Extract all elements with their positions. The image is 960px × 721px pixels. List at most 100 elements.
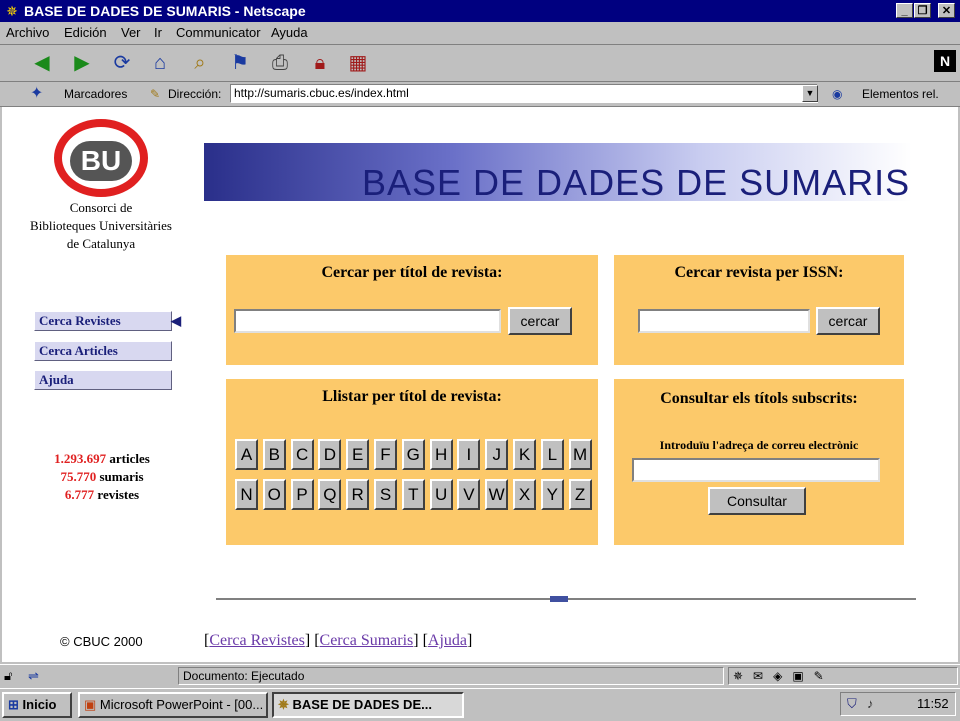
stat-label: revistes bbox=[97, 487, 140, 502]
back-icon[interactable]: ◀ bbox=[28, 51, 56, 75]
letter-button-m[interactable]: M bbox=[568, 439, 592, 470]
letter-button-d[interactable]: D bbox=[318, 439, 342, 470]
chevron-down-icon: ▼ bbox=[805, 88, 815, 98]
letter-button-q[interactable]: Q bbox=[318, 479, 342, 510]
current-page-arrow-icon: ◀ bbox=[171, 313, 181, 328]
netscape-logo-icon: N bbox=[934, 50, 956, 72]
panel-subscribed: Consultar els títols subscrits: Introduï… bbox=[614, 379, 904, 545]
minimize-button[interactable]: _ bbox=[896, 3, 913, 18]
close-button[interactable]: ✕ bbox=[938, 3, 955, 18]
letter-button-b[interactable]: B bbox=[262, 439, 286, 470]
stat-number: 6.777 bbox=[64, 487, 95, 502]
letter-button-w[interactable]: W bbox=[485, 479, 509, 510]
letter-button-r[interactable]: R bbox=[346, 479, 370, 510]
consultar-button[interactable]: Consultar bbox=[708, 487, 806, 515]
stat-sumaris: 75.770 sumaris bbox=[32, 468, 172, 486]
panel-heading: Cercar per títol de revista: bbox=[321, 264, 503, 281]
stat-label: sumaris bbox=[99, 469, 144, 484]
panel-search-title: Cercar per títol de revista: cercar bbox=[226, 255, 598, 365]
page-content: B U Consorci de Biblioteques Universitàri… bbox=[2, 107, 958, 662]
menu-ayuda[interactable]: Ayuda bbox=[271, 25, 308, 41]
forward-icon[interactable]: ▶ bbox=[68, 51, 96, 75]
stop-icon[interactable]: ▦ bbox=[344, 51, 372, 75]
url-input[interactable]: http://sumaris.cbuc.es/index.html bbox=[230, 84, 818, 103]
shield-icon[interactable]: ⛉ bbox=[847, 693, 857, 715]
panel-heading: Llistar per títol de revista: bbox=[322, 388, 502, 405]
issn-search-input[interactable] bbox=[638, 309, 810, 333]
letter-button-c[interactable]: C bbox=[290, 439, 314, 470]
task-powerpoint[interactable]: ▣ Microsoft PowerPoint - [00... bbox=[78, 692, 268, 718]
tray-app-icon[interactable]: ♪ bbox=[867, 693, 874, 715]
letter-button-n[interactable]: N bbox=[235, 479, 258, 510]
email-input[interactable] bbox=[632, 458, 880, 482]
menu-communicator[interactable]: Communicator bbox=[176, 25, 261, 41]
title-search-input[interactable] bbox=[234, 309, 501, 333]
home-icon[interactable]: ⌂ bbox=[146, 51, 174, 75]
title-search-button[interactable]: cercar bbox=[508, 307, 572, 335]
letter-button-i[interactable]: I bbox=[457, 439, 481, 470]
connection-icon: ⇌ bbox=[28, 668, 39, 683]
menu-ver[interactable]: Ver bbox=[121, 25, 141, 41]
letter-button-u[interactable]: U bbox=[429, 479, 453, 510]
letter-button-z[interactable]: Z bbox=[568, 479, 592, 510]
status-text: Documento: Ejecutado bbox=[178, 667, 724, 685]
letter-button-t[interactable]: T bbox=[401, 479, 425, 510]
issn-search-button[interactable]: cercar bbox=[816, 307, 880, 335]
nav-ajuda[interactable]: Ajuda bbox=[34, 370, 172, 390]
org-name-line3: de Catalunya bbox=[66, 236, 136, 251]
menu-archivo[interactable]: Archivo bbox=[6, 25, 49, 41]
letter-button-y[interactable]: Y bbox=[540, 479, 564, 510]
footer-link-cerca-revistes[interactable]: Cerca Revistes bbox=[209, 632, 305, 649]
letter-button-v[interactable]: V bbox=[457, 479, 481, 510]
menu-edicion[interactable]: Edición bbox=[64, 25, 107, 41]
org-name-line1: Consorci de bbox=[69, 200, 133, 215]
letter-button-f[interactable]: F bbox=[374, 439, 397, 470]
letter-button-x[interactable]: X bbox=[513, 479, 536, 510]
page-title: BASE DE DADES DE SUMARIS bbox=[362, 162, 911, 203]
menu-ir[interactable]: Ir bbox=[154, 25, 162, 41]
footer-link-ajuda[interactable]: Ajuda bbox=[428, 632, 467, 649]
bookmarks-button[interactable]: Marcadores bbox=[64, 86, 127, 102]
letter-button-a[interactable]: A bbox=[235, 439, 258, 470]
start-button[interactable]: ⊞ Inicio bbox=[2, 692, 72, 718]
letter-button-p[interactable]: P bbox=[290, 479, 314, 510]
letter-button-s[interactable]: S bbox=[374, 479, 397, 510]
footer-link-cerca-sumaris[interactable]: Cerca Sumaris bbox=[320, 632, 414, 649]
status-bar: 🔓︎ ⇌ Documento: Ejecutado ✵ ✉ ◈ ▣ ✎ bbox=[0, 664, 960, 687]
guide-icon[interactable]: ⚑ bbox=[226, 51, 254, 75]
nav-label: Ajuda bbox=[39, 372, 74, 387]
divider-marker bbox=[550, 596, 568, 602]
window-title-bar[interactable]: ✵ BASE DE DADES DE SUMARIS - Netscape _ … bbox=[0, 0, 960, 22]
restore-icon: ❐ bbox=[917, 5, 928, 17]
letter-button-j[interactable]: J bbox=[485, 439, 509, 470]
letter-button-k[interactable]: K bbox=[513, 439, 536, 470]
print-icon[interactable]: ⎙ bbox=[266, 51, 294, 75]
task-label: Microsoft PowerPoint - [00... bbox=[99, 697, 264, 712]
location-icon: ✎ bbox=[150, 87, 161, 101]
clock[interactable]: 11:52 bbox=[917, 693, 949, 715]
letter-button-o[interactable]: O bbox=[262, 479, 286, 510]
letter-button-e[interactable]: E bbox=[346, 439, 370, 470]
letter-button-g[interactable]: G bbox=[401, 439, 425, 470]
url-dropdown-button[interactable]: ▼ bbox=[802, 85, 818, 102]
navigation-toolbar: ◀ ▶ ⟳ ⌂ ⌕ ⚑ ⎙ 🔒︎ ▦ bbox=[0, 45, 960, 82]
nav-cerca-articles[interactable]: Cerca Articles bbox=[34, 341, 172, 361]
nav-cerca-revistes[interactable]: Cerca Revistes ◀ bbox=[34, 311, 181, 331]
task-netscape[interactable]: ✵ BASE DE DADES DE... bbox=[272, 692, 464, 718]
component-bar: ✵ ✉ ◈ ▣ ✎ bbox=[728, 667, 958, 685]
search-icon[interactable]: ⌕ bbox=[186, 51, 214, 75]
secure-lock-icon: 🔓︎ bbox=[4, 668, 13, 683]
close-icon: ✕ bbox=[941, 5, 952, 17]
related-button[interactable]: Elementos rel. bbox=[862, 86, 939, 102]
system-tray: ⛉ ♪ 11:52 bbox=[840, 692, 956, 716]
letter-button-l[interactable]: L bbox=[540, 439, 564, 470]
windows-taskbar: ⊞ Inicio ▣ Microsoft PowerPoint - [00...… bbox=[0, 688, 960, 721]
letter-button-h[interactable]: H bbox=[429, 439, 453, 470]
org-name-line2: Biblioteques Universitàries bbox=[30, 218, 172, 233]
email-label: Introduïu l'adreça de correu electrònic bbox=[659, 438, 859, 452]
security-icon[interactable]: 🔒︎ bbox=[306, 51, 334, 75]
maximize-button[interactable]: ❐ bbox=[914, 3, 931, 18]
stat-number: 75.770 bbox=[60, 469, 97, 484]
reload-icon[interactable]: ⟳ bbox=[108, 51, 136, 75]
related-icon: ◉ bbox=[832, 87, 843, 101]
